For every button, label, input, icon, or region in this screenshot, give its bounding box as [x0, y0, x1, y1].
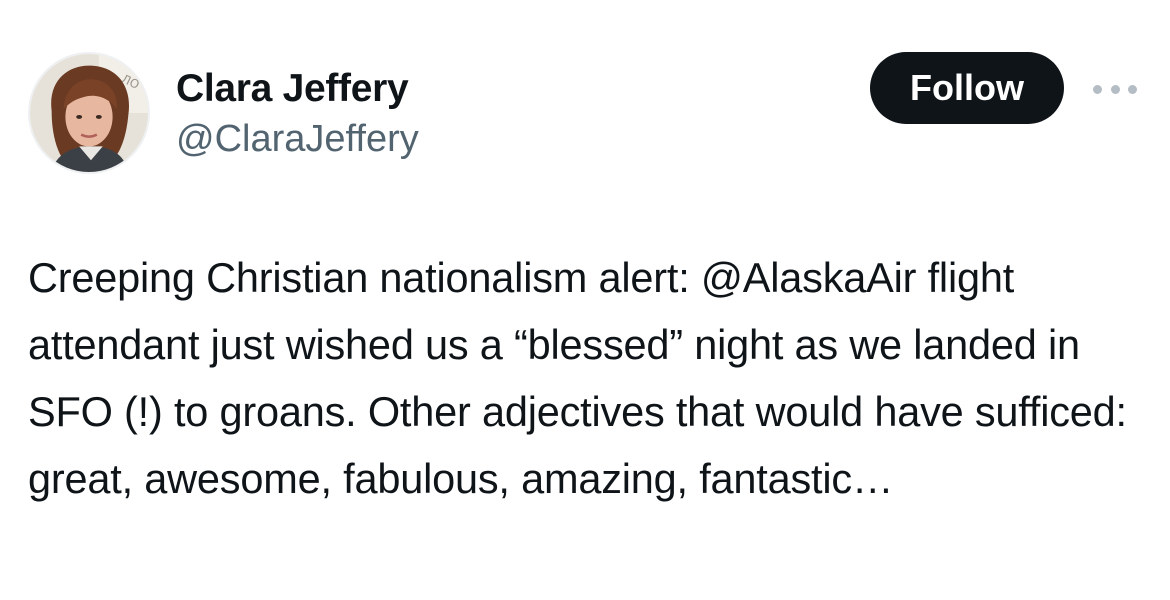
- profile-photo-icon: ЛО: [30, 54, 148, 172]
- author-display-name[interactable]: Clara Jeffery: [176, 66, 409, 112]
- ellipsis-dot: [1110, 84, 1120, 94]
- author-handle[interactable]: @ClaraJeffery: [176, 116, 419, 162]
- avatar[interactable]: ЛО: [28, 52, 150, 174]
- tweet-card: ЛО Clara Jeffery @ClaraJeffery Follow Cr…: [0, 0, 1170, 600]
- ellipsis-dot: [1128, 84, 1137, 94]
- ellipsis-dot: [1093, 84, 1102, 94]
- follow-button[interactable]: Follow: [870, 52, 1064, 124]
- tweet-text: Creeping Christian nationalism alert: @A…: [28, 254, 1127, 502]
- ellipsis-icon[interactable]: [1090, 74, 1140, 104]
